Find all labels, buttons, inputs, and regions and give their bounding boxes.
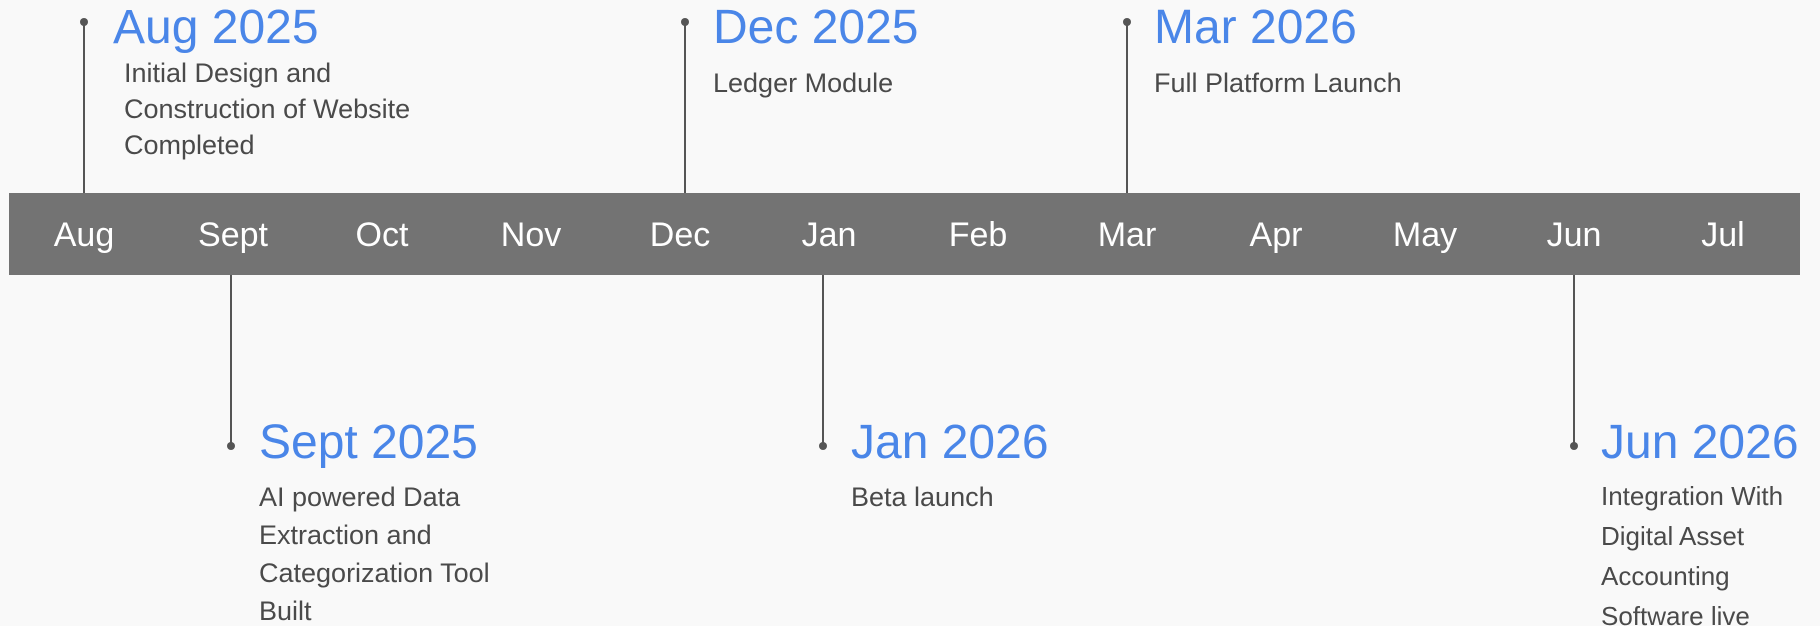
connector-dot <box>819 442 827 450</box>
connector-dot <box>80 18 88 26</box>
connector-line <box>822 275 824 446</box>
connector-dot <box>681 18 689 26</box>
milestone-date: Jun 2026 <box>1601 416 1799 469</box>
milestone-description: Ledger Module <box>713 68 894 98</box>
connector-line <box>1573 275 1575 446</box>
month-label-jul: Jul <box>1701 216 1745 254</box>
milestone-date: Sept 2025 <box>259 416 478 469</box>
milestone-date: Dec 2025 <box>713 1 919 54</box>
month-label-feb: Feb <box>948 216 1008 254</box>
milestone-description: Initial Design and Construction of Websi… <box>124 58 411 160</box>
milestone-description: Full Platform Launch <box>1154 68 1402 98</box>
month-label-aug: Aug <box>53 216 115 254</box>
milestone-date: Jan 2026 <box>851 416 1049 469</box>
connector-line <box>83 22 85 193</box>
milestone-date: Aug 2025 <box>113 1 319 54</box>
month-label-mar: Mar <box>1097 216 1157 254</box>
milestone-date: Mar 2026 <box>1154 1 1357 54</box>
milestone-description: AI powered Data Extraction and Categoriz… <box>259 482 490 626</box>
connector-dot <box>227 442 235 450</box>
month-label-jun: Jun <box>1546 216 1602 254</box>
milestone-description: Beta launch <box>851 482 994 512</box>
connector-dot <box>1123 18 1131 26</box>
month-label-nov: Nov <box>500 216 562 254</box>
milestone-description: Integration With Digital Asset Accountin… <box>1601 481 1784 626</box>
connector-line <box>230 275 232 446</box>
month-label-jan: Jan <box>801 216 857 254</box>
connector-line <box>1126 22 1128 193</box>
connector-dot <box>1570 442 1578 450</box>
month-label-dec: Dec <box>649 216 711 254</box>
month-label-may: May <box>1392 216 1458 254</box>
month-label-apr: Apr <box>1249 216 1303 254</box>
month-label-oct: Oct <box>355 216 409 254</box>
month-label-sept: Sept <box>198 216 268 254</box>
connector-line <box>684 22 686 193</box>
